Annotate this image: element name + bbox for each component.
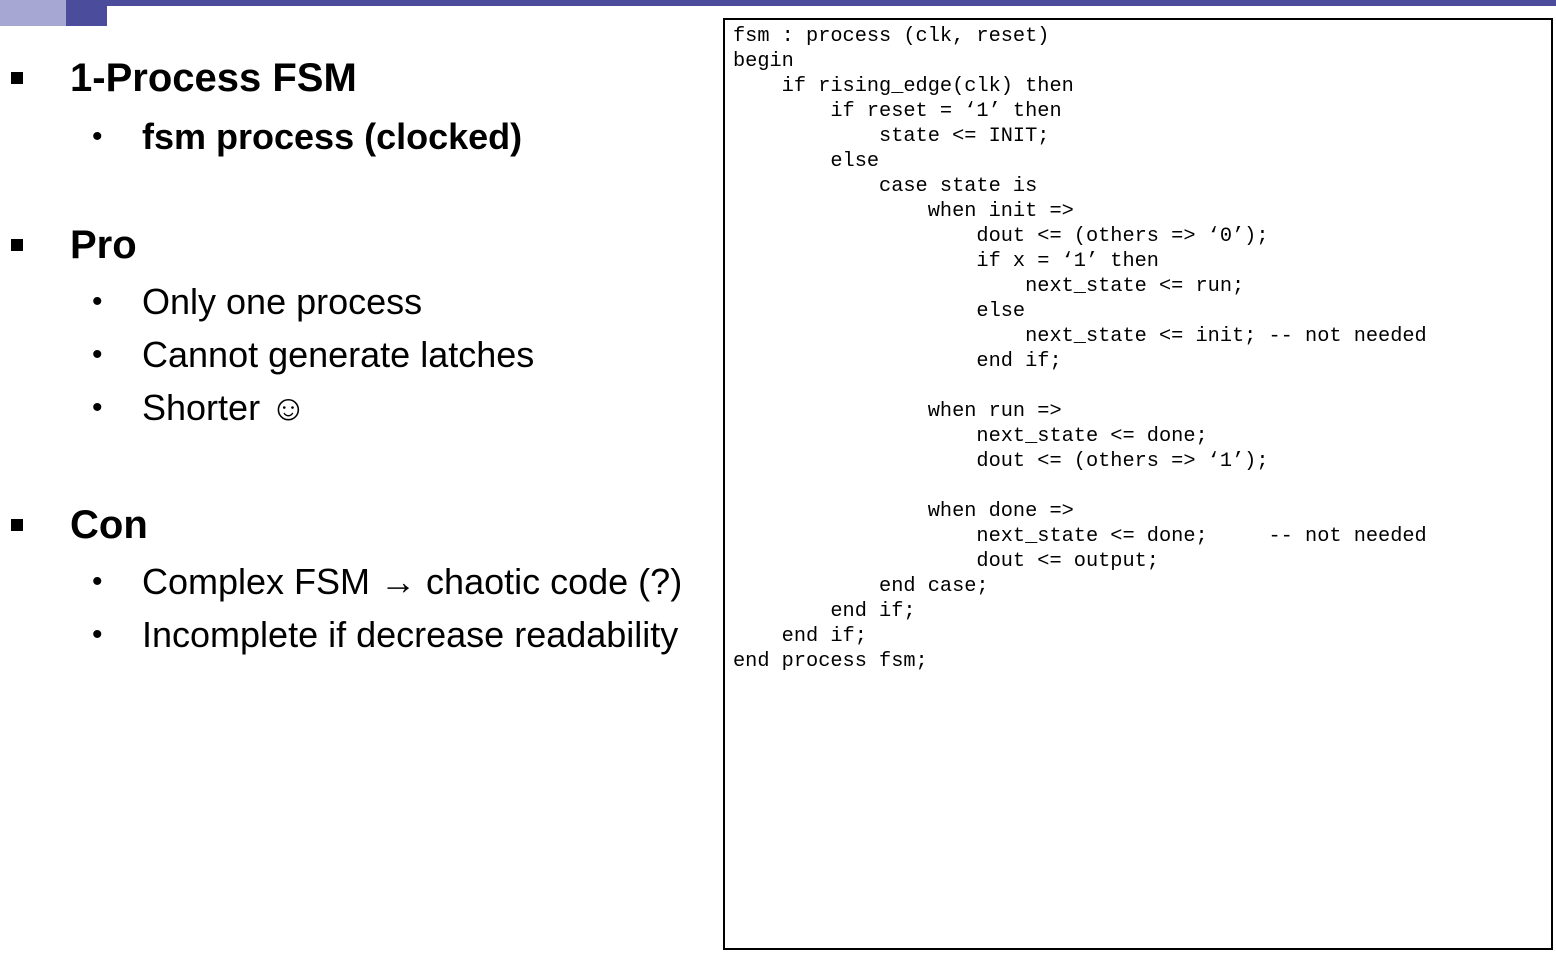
- code-listing: fsm : process (clk, reset) begin if risi…: [725, 20, 1551, 674]
- code-line: next_state <= init; -- not needed: [733, 325, 1427, 348]
- code-line: when done =>: [733, 500, 1074, 523]
- section-pro: Pro • Only one process • Cannot generate…: [0, 220, 715, 434]
- code-listing-box: fsm : process (clk, reset) begin if risi…: [723, 18, 1553, 950]
- square-bullet-icon: [11, 239, 23, 251]
- code-line: state <= INIT;: [733, 125, 1050, 148]
- code-line: else: [733, 150, 880, 173]
- list-item: • Incomplete if decrease readability: [0, 608, 715, 661]
- dot-bullet-icon: •: [92, 285, 103, 318]
- sub-bullet-list: • Complex FSM → chaotic code (?) • Incom…: [0, 555, 715, 661]
- header-accent-bar: [0, 0, 1556, 6]
- list-item: • Shorter ☺: [0, 381, 715, 434]
- list-item-text: Cannot generate latches: [142, 334, 535, 375]
- list-item: • fsm process (clocked): [0, 110, 715, 163]
- code-line: end process fsm;: [733, 650, 928, 673]
- code-line: fsm : process (clk, reset): [733, 25, 1050, 48]
- section-title: 1-Process FSM: [70, 56, 357, 100]
- code-line: next_state <= done;: [733, 425, 1208, 448]
- list-item: • Cannot generate latches: [0, 328, 715, 381]
- sub-bullet-list: • Only one process • Cannot generate lat…: [0, 275, 715, 434]
- code-line: dout <= (others => ‘0’);: [733, 225, 1269, 248]
- section-header: Pro: [0, 220, 715, 270]
- code-line: end if;: [733, 600, 916, 623]
- code-line: when run =>: [733, 400, 1062, 423]
- dot-bullet-icon: •: [92, 120, 103, 153]
- code-line: end if;: [733, 625, 867, 648]
- code-line: next_state <= run;: [733, 275, 1245, 298]
- list-item-text: Shorter ☺: [142, 387, 307, 428]
- list-item-text: Only one process: [142, 281, 423, 322]
- code-line: if reset = ‘1’ then: [733, 100, 1062, 123]
- section-title: Pro: [70, 223, 137, 267]
- list-item-text: Incomplete if decrease readability: [142, 614, 679, 655]
- square-bullet-icon: [11, 72, 23, 84]
- code-line: case state is: [733, 175, 1038, 198]
- section-con: Con • Complex FSM → chaotic code (?) • I…: [0, 500, 715, 661]
- code-line: begin: [733, 50, 794, 73]
- section-1-process-fsm: 1-Process FSM • fsm process (clocked): [0, 53, 715, 163]
- header-accent-tab-light: [0, 0, 66, 26]
- square-bullet-icon: [11, 519, 23, 531]
- section-title: Con: [70, 503, 148, 547]
- list-item-text: fsm process (clocked): [142, 116, 523, 157]
- section-header: Con: [0, 500, 715, 550]
- list-item-text: Complex FSM → chaotic code (?): [142, 561, 683, 602]
- code-line: else: [733, 300, 1026, 323]
- code-line: next_state <= done; -- not needed: [733, 525, 1427, 548]
- code-line: dout <= (others => ‘1’);: [733, 450, 1269, 473]
- code-line: if x = ‘1’ then: [733, 250, 1159, 273]
- dot-bullet-icon: •: [92, 391, 103, 424]
- dot-bullet-icon: •: [92, 338, 103, 371]
- code-line: if rising_edge(clk) then: [733, 75, 1074, 98]
- list-item: • Complex FSM → chaotic code (?): [0, 555, 715, 608]
- list-item: • Only one process: [0, 275, 715, 328]
- code-line: when init =>: [733, 200, 1074, 223]
- code-line: end if;: [733, 350, 1062, 373]
- dot-bullet-icon: •: [92, 618, 103, 651]
- code-line: end case;: [733, 575, 989, 598]
- code-line: dout <= output;: [733, 550, 1159, 573]
- sub-bullet-list: • fsm process (clocked): [0, 110, 715, 163]
- dot-bullet-icon: •: [92, 565, 103, 598]
- section-header: 1-Process FSM: [0, 53, 715, 103]
